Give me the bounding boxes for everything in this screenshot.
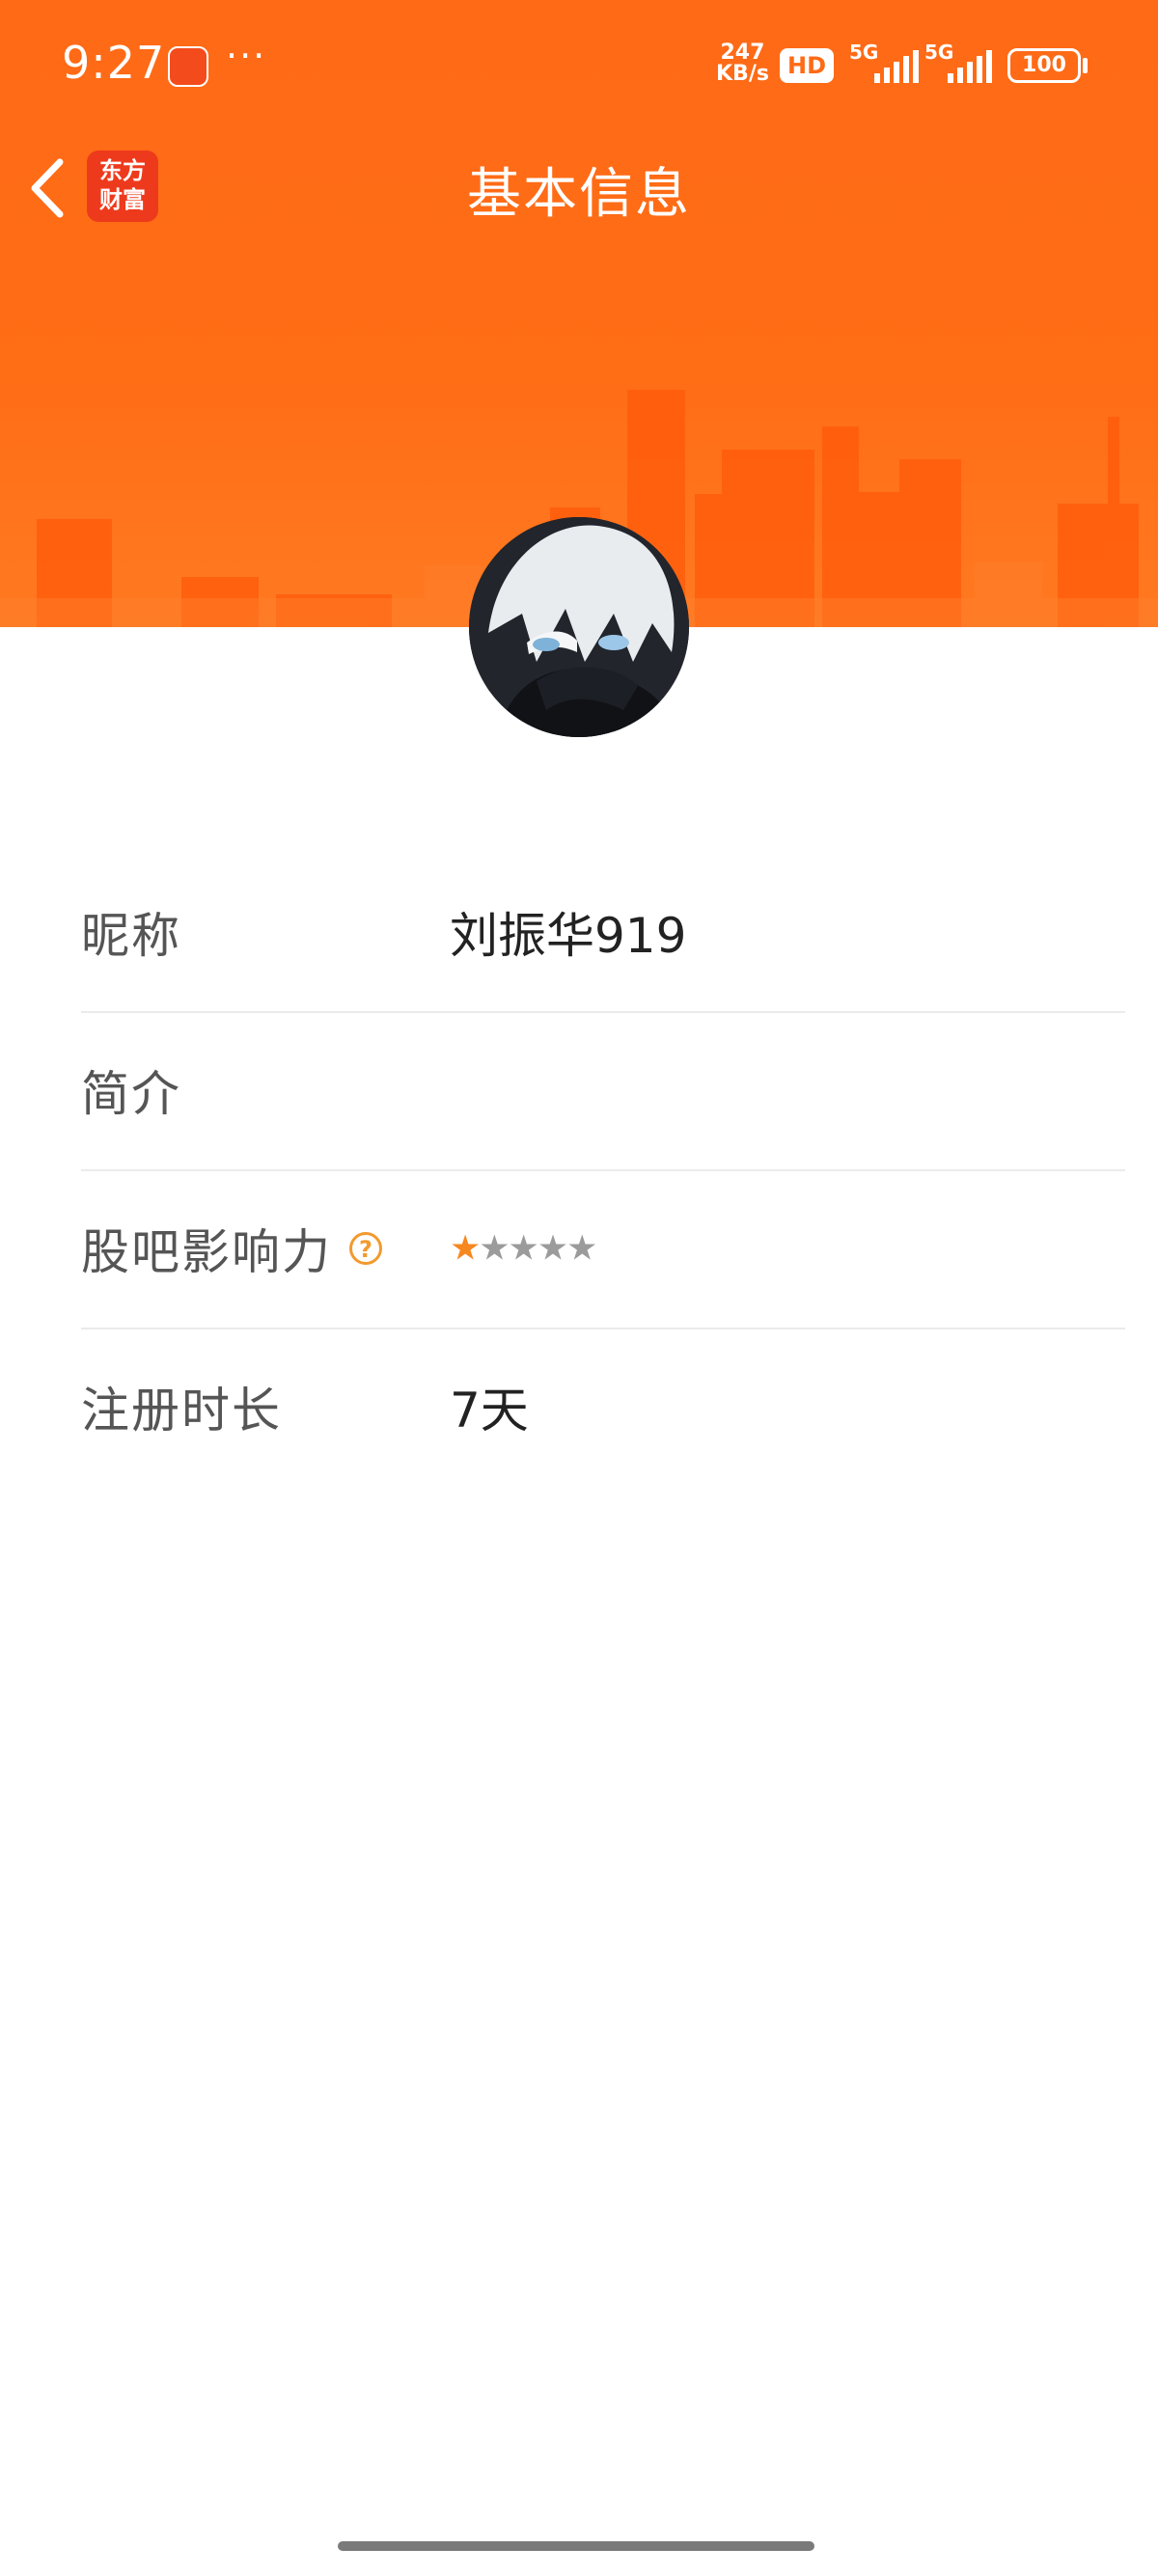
nickname-label: 昵称	[81, 908, 181, 964]
status-time: 9:27	[62, 37, 166, 89]
app-notification-icon	[168, 46, 208, 87]
sim1-signal-icon	[874, 50, 919, 83]
star-empty-icon: ★★★★	[479, 1228, 597, 1269]
bio-label: 简介	[81, 1066, 181, 1122]
page-title: 基本信息	[467, 163, 691, 226]
star-filled-icon: ★	[450, 1228, 481, 1269]
influence-label: 股吧影响力	[81, 1224, 332, 1280]
nickname-value: 刘振华919	[450, 908, 687, 964]
info-row-influence: 股吧影响力 ? ★★★★★	[81, 1169, 1125, 1329]
status-bar: 9:27 ··· 247 KB/s HD 5G 5G 100	[0, 0, 1158, 135]
more-notifications-icon: ···	[226, 35, 267, 77]
info-row-registration: 注册时长 7天	[81, 1328, 1125, 1486]
home-indicator[interactable]	[338, 2541, 814, 2551]
registration-value: 7天	[450, 1383, 529, 1439]
help-icon[interactable]: ?	[349, 1232, 382, 1265]
registration-label: 注册时长	[81, 1383, 282, 1439]
network-speed: 247 KB/s	[716, 41, 769, 86]
battery-icon: 100	[1007, 48, 1081, 83]
sim2-signal-icon	[948, 50, 992, 83]
user-avatar-image	[469, 517, 689, 737]
avatar[interactable]	[469, 517, 689, 737]
influence-rating: ★★★★★	[450, 1228, 597, 1269]
battery-tip	[1083, 58, 1088, 73]
info-row-nickname[interactable]: 昵称 刘振华919	[81, 853, 1125, 1013]
info-row-bio[interactable]: 简介	[81, 1011, 1125, 1171]
hd-icon: HD	[780, 48, 834, 83]
